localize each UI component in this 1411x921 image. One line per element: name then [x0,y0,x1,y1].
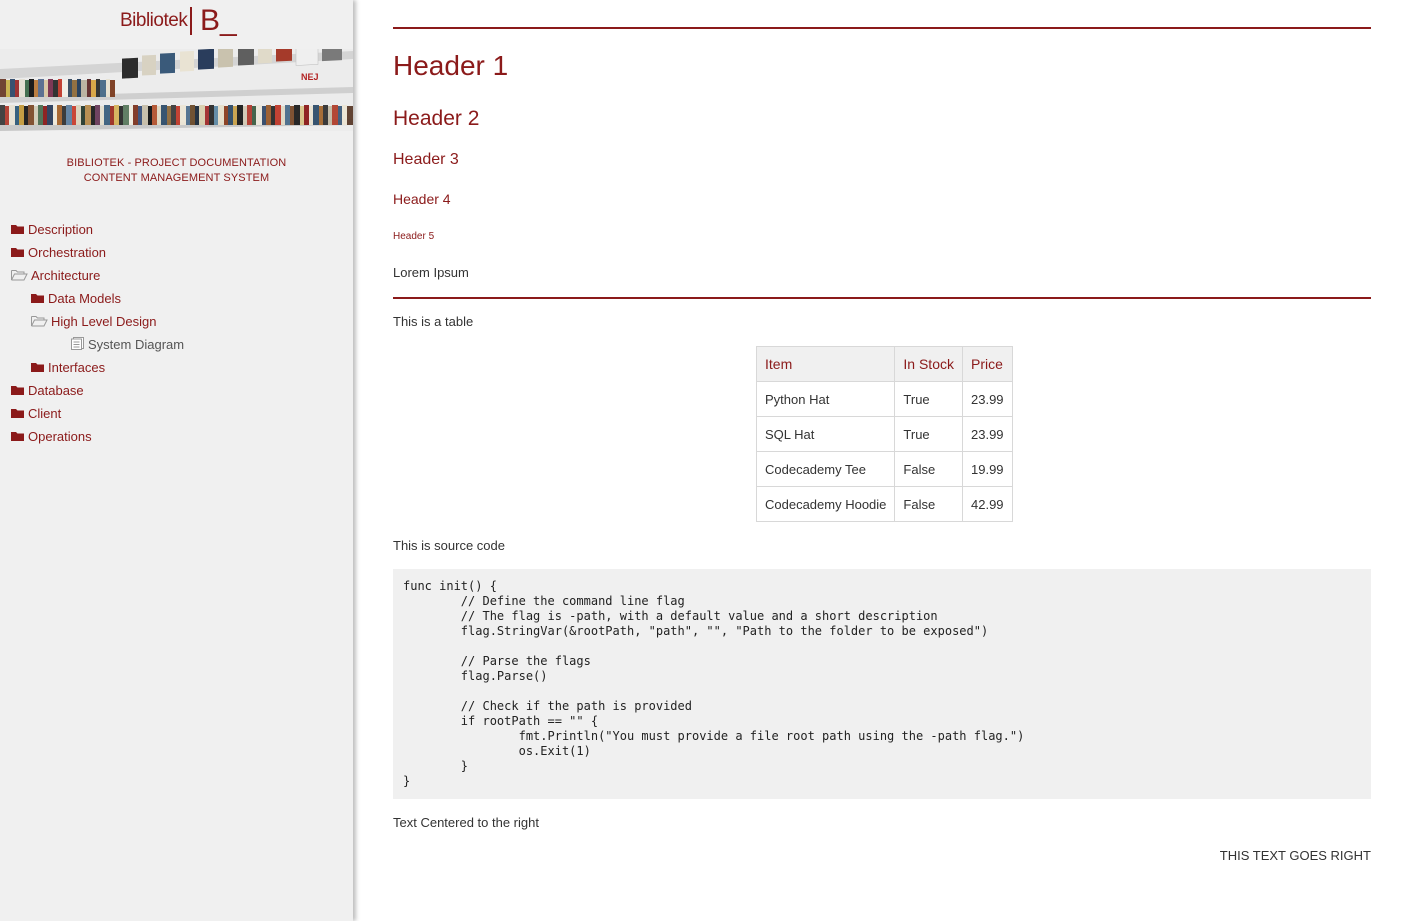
table-header-item: Item [755,346,896,382]
sidebar-item-label: Architecture [31,268,101,283]
heading-1: Header 1 [393,50,509,81]
sidebar-item-data-models[interactable]: Data Models [0,287,353,310]
sidebar-item-label: Orchestration [28,245,107,260]
sidebar-item-architecture[interactable]: Architecture [0,264,353,287]
table-cell: 42.99 [962,486,1013,522]
source-code-block[interactable]: func init() { // Define the command line… [393,569,1371,799]
products-table: Item In Stock Price Python Hat True 23.9… [755,346,1013,522]
folder-icon [11,426,26,441]
middle-divider [393,297,1371,299]
sidebar: Bibliotek B_ NEJ BIBLIOTEK - PROJECT DOC… [0,0,353,921]
sidebar-item-label: System Diagram [88,337,185,352]
table-cell: Codecademy Tee [755,451,896,487]
sidebar-item-label: High Level Design [51,314,157,329]
folder-icon [11,219,26,234]
sidebar-item-label: Operations [28,429,92,444]
table-cell: Python Hat [755,381,896,417]
sidebar-item-client[interactable]: Client [0,402,353,425]
sidebar-item-description[interactable]: Description [0,218,353,241]
folder-icon [11,242,26,257]
logo[interactable]: Bibliotek B_ [0,0,353,49]
folder-icon [11,380,26,395]
table-row: Python Hat True 23.99 [755,381,1013,417]
folder-icon [31,288,46,303]
folder-open-icon [31,311,49,327]
table-cell: Codecademy Hoodie [755,486,896,522]
table-cell: SQL Hat [755,416,896,452]
heading-3: Header 3 [393,151,459,168]
sidebar-item-high-level-design[interactable]: High Level Design [0,310,353,333]
heading-4: Header 4 [393,191,451,207]
library-shelves-banner-image: NEJ [0,49,353,131]
folder-open-icon [11,265,29,281]
document-icon [71,334,86,350]
logo-mark: B_ [200,4,237,37]
sidebar-tagline: BIBLIOTEK - PROJECT DOCUMENTATION CONTEN… [0,156,353,186]
sidebar-nav: Description Orchestration Architecture D… [0,218,353,448]
code-intro-text: This is source code [393,538,505,553]
logo-wordmark: Bibliotek [120,10,188,31]
sidebar-item-label: Data Models [48,291,121,306]
centered-text: Text Centered to the right [393,815,539,830]
sidebar-item-operations[interactable]: Operations [0,425,353,448]
sidebar-item-label: Interfaces [48,360,106,375]
top-divider [393,27,1371,29]
heading-5: Header 5 [393,231,435,242]
table-header-row: Item In Stock Price [755,346,1013,382]
sidebar-item-system-diagram[interactable]: System Diagram [0,333,353,356]
sidebar-item-database[interactable]: Database [0,379,353,402]
folder-icon [11,403,26,418]
logo-divider [190,7,192,35]
table-cell: True [894,416,963,452]
folder-icon [31,357,46,372]
table-row: SQL Hat True 23.99 [755,416,1013,452]
sidebar-item-label: Client [28,406,62,421]
sidebar-item-interfaces[interactable]: Interfaces [0,356,353,379]
tagline-line-2: CONTENT MANAGEMENT SYSTEM [83,172,270,184]
sidebar-item-label: Database [28,383,84,398]
table-cell: False [894,451,963,487]
table-cell: True [894,381,963,417]
tagline-line-1: BIBLIOTEK - PROJECT DOCUMENTATION [66,157,287,169]
table-row: Codecademy Hoodie False 42.99 [755,486,1013,522]
table-cell: 23.99 [962,381,1013,417]
table-cell: False [894,486,963,522]
table-cell: 23.99 [962,416,1013,452]
table-header-in-stock: In Stock [894,346,963,382]
table-intro-text: This is a table [393,314,474,329]
sidebar-item-label: Description [28,222,94,237]
right-aligned-text: THIS TEXT GOES RIGHT [1219,848,1371,863]
sidebar-item-orchestration[interactable]: Orchestration [0,241,353,264]
heading-2: Header 2 [393,107,480,130]
table-header-price: Price [962,346,1013,382]
lorem-text: Lorem Ipsum [393,265,469,280]
table-row: Codecademy Tee False 19.99 [755,451,1013,487]
table-cell: 19.99 [962,451,1013,487]
svg-text:NEJ: NEJ [301,72,319,82]
